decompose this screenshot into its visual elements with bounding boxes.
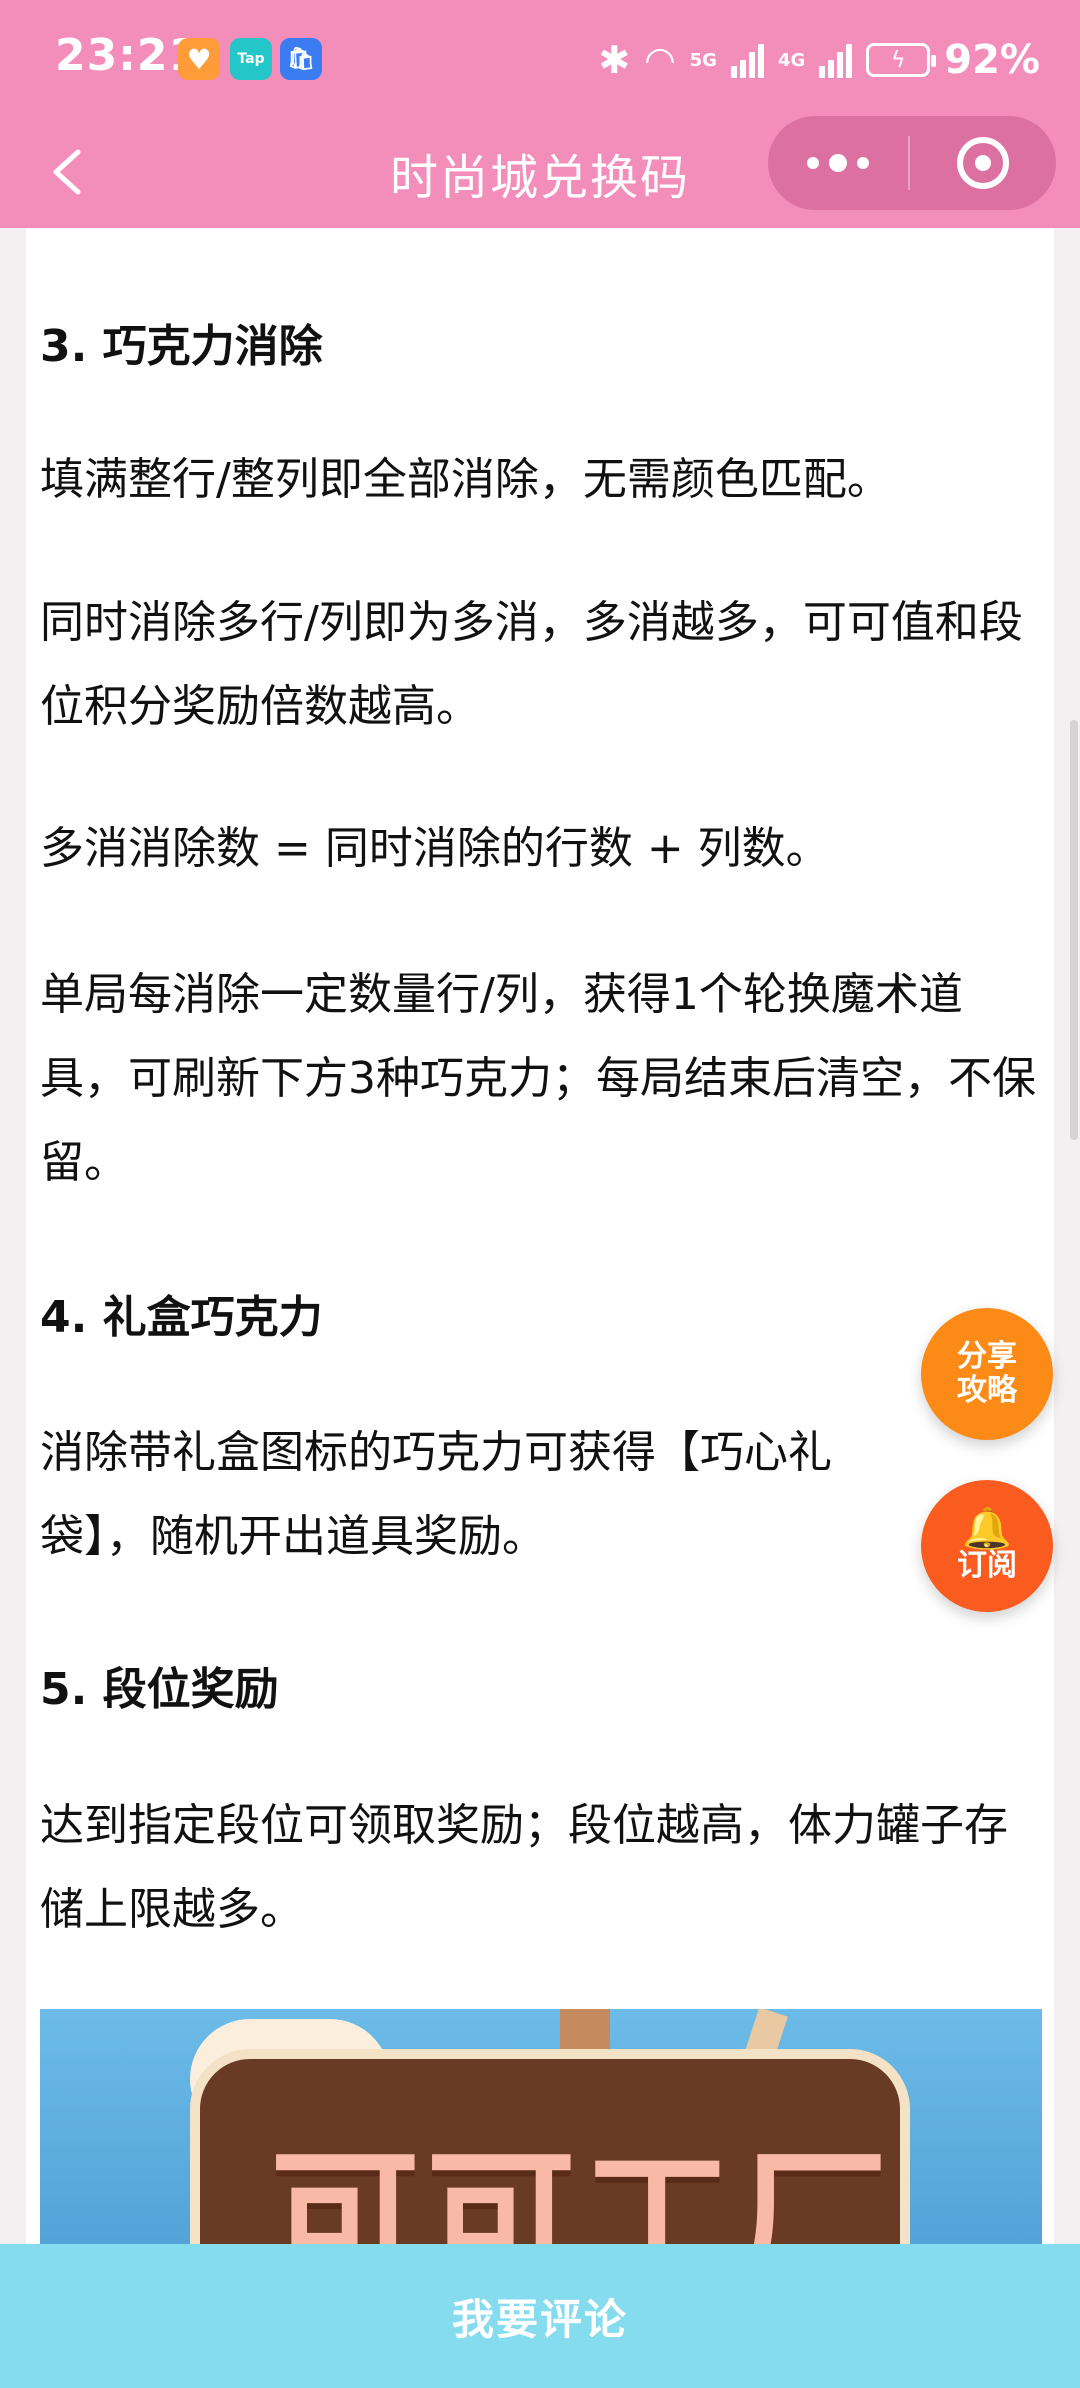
more-dot-icon — [829, 154, 847, 172]
wifi-icon: ◠ — [644, 39, 676, 81]
article-card: 3. 巧克力消除 填满整行/整列即全部消除，无需颜色匹配。 同时消除多行/列即为… — [26, 228, 1054, 2248]
article-paragraph: 多消消除数 = 同时消除的行数 + 列数。 — [40, 823, 830, 874]
article-paragraph: 单局每消除一定数量行/列，获得1个轮换魔术道具，可刷新下方3种巧克力；每局结束后… — [40, 969, 1036, 1188]
bluetooth-icon: ✱ — [598, 38, 631, 82]
game-banner-image: 可可工厂 — [40, 2009, 1042, 2248]
network-4g-label: 4G — [777, 49, 806, 71]
share-label-line1: 分享 — [957, 1339, 1017, 1374]
network-5g-label: 5G — [689, 49, 717, 71]
miniapp-capsule — [768, 116, 1056, 210]
more-button[interactable] — [768, 116, 908, 210]
signal-5g-icon — [730, 42, 764, 78]
status-bar: 23:21 ♥ Tap 🛍 ✱ ◠ 5G 4G ϟ 92% — [0, 0, 1080, 120]
share-guide-button[interactable]: 分享 攻略 — [921, 1308, 1053, 1440]
signal-4g-icon — [819, 42, 853, 78]
top-app-bar: 23:21 ♥ Tap 🛍 ✱ ◠ 5G 4G ϟ 92% 时尚城兑换码 — [0, 0, 1080, 228]
game-logo: 可可工厂 — [270, 2134, 895, 2248]
subscribe-label: 订阅 — [957, 1548, 1017, 1583]
section-heading: 5. 段位奖励 — [40, 1664, 279, 1715]
bell-icon: 🔔 — [962, 1506, 1012, 1552]
comment-label: 我要评论 — [451, 2294, 628, 2344]
section-heading: 3. 巧克力消除 — [40, 321, 323, 372]
battery-icon: ϟ — [866, 43, 937, 77]
article-paragraph: 填满整行/整列即全部消除，无需颜色匹配。 — [40, 454, 891, 505]
section-heading: 4. 礼盒巧克力 — [40, 1292, 323, 1343]
article-paragraph: 达到指定段位可领取奖励；段位越高，体力罐子存储上限越多。 — [40, 1800, 1008, 1935]
article-paragraph: 消除带礼盒图标的巧克力可获得【巧心礼袋】，随机开出道具奖励。 — [40, 1427, 832, 1562]
subscribe-button[interactable]: 🔔 订阅 — [921, 1480, 1053, 1612]
more-dot-icon — [807, 157, 819, 169]
comment-button[interactable]: 我要评论 — [0, 2244, 1080, 2388]
battery-percent: 92% — [944, 37, 1040, 83]
target-close-icon — [957, 137, 1009, 189]
scrollbar[interactable] — [1070, 720, 1078, 1140]
share-label-line2: 攻略 — [957, 1373, 1017, 1408]
close-miniapp-button[interactable] — [910, 116, 1056, 210]
tap-app-icon: Tap — [230, 38, 272, 80]
more-dot-icon — [857, 157, 869, 169]
article-paragraph: 同时消除多行/列即为多消，多消越多，可可值和段位积分奖励倍数越高。 — [40, 597, 1023, 732]
market-app-icon: 🛍 — [280, 38, 322, 80]
status-indicators: ✱ ◠ 5G 4G ϟ 92% — [598, 30, 1040, 90]
heart-app-icon: ♥ — [178, 38, 220, 80]
